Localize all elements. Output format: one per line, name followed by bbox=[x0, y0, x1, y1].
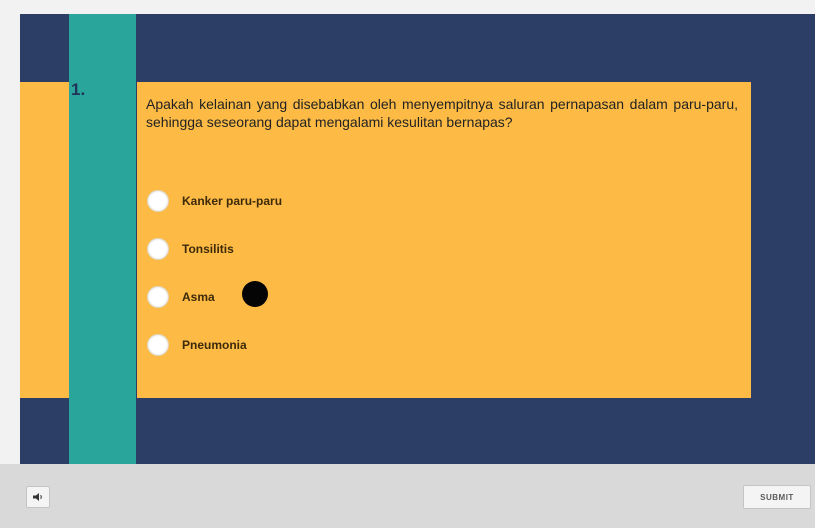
audio-button[interactable] bbox=[26, 486, 50, 508]
yellow-side-band bbox=[20, 82, 69, 398]
option-pneumonia[interactable]: Pneumonia bbox=[147, 334, 247, 356]
radio-button[interactable] bbox=[147, 334, 169, 356]
slide-stage bbox=[20, 14, 815, 464]
radio-button[interactable] bbox=[147, 238, 169, 260]
radio-button[interactable] bbox=[147, 286, 169, 308]
radio-button[interactable] bbox=[147, 190, 169, 212]
question-text: Apakah kelainan yang disebabkan oleh men… bbox=[146, 96, 738, 130]
player-control-bar bbox=[0, 464, 815, 528]
speaker-icon bbox=[33, 493, 42, 501]
option-kanker-paru-paru[interactable]: Kanker paru-paru bbox=[147, 190, 282, 212]
question-number: 1. bbox=[71, 80, 86, 99]
option-label: Pneumonia bbox=[182, 338, 247, 352]
option-label: Tonsilitis bbox=[182, 242, 234, 256]
option-asma[interactable]: Asma bbox=[147, 286, 215, 308]
pointer-dot bbox=[242, 281, 268, 307]
option-label: Asma bbox=[182, 290, 215, 304]
submit-button[interactable]: SUBMIT bbox=[743, 485, 811, 509]
option-label: Kanker paru-paru bbox=[182, 194, 283, 208]
option-tonsilitis[interactable]: Tonsilitis bbox=[147, 238, 234, 260]
